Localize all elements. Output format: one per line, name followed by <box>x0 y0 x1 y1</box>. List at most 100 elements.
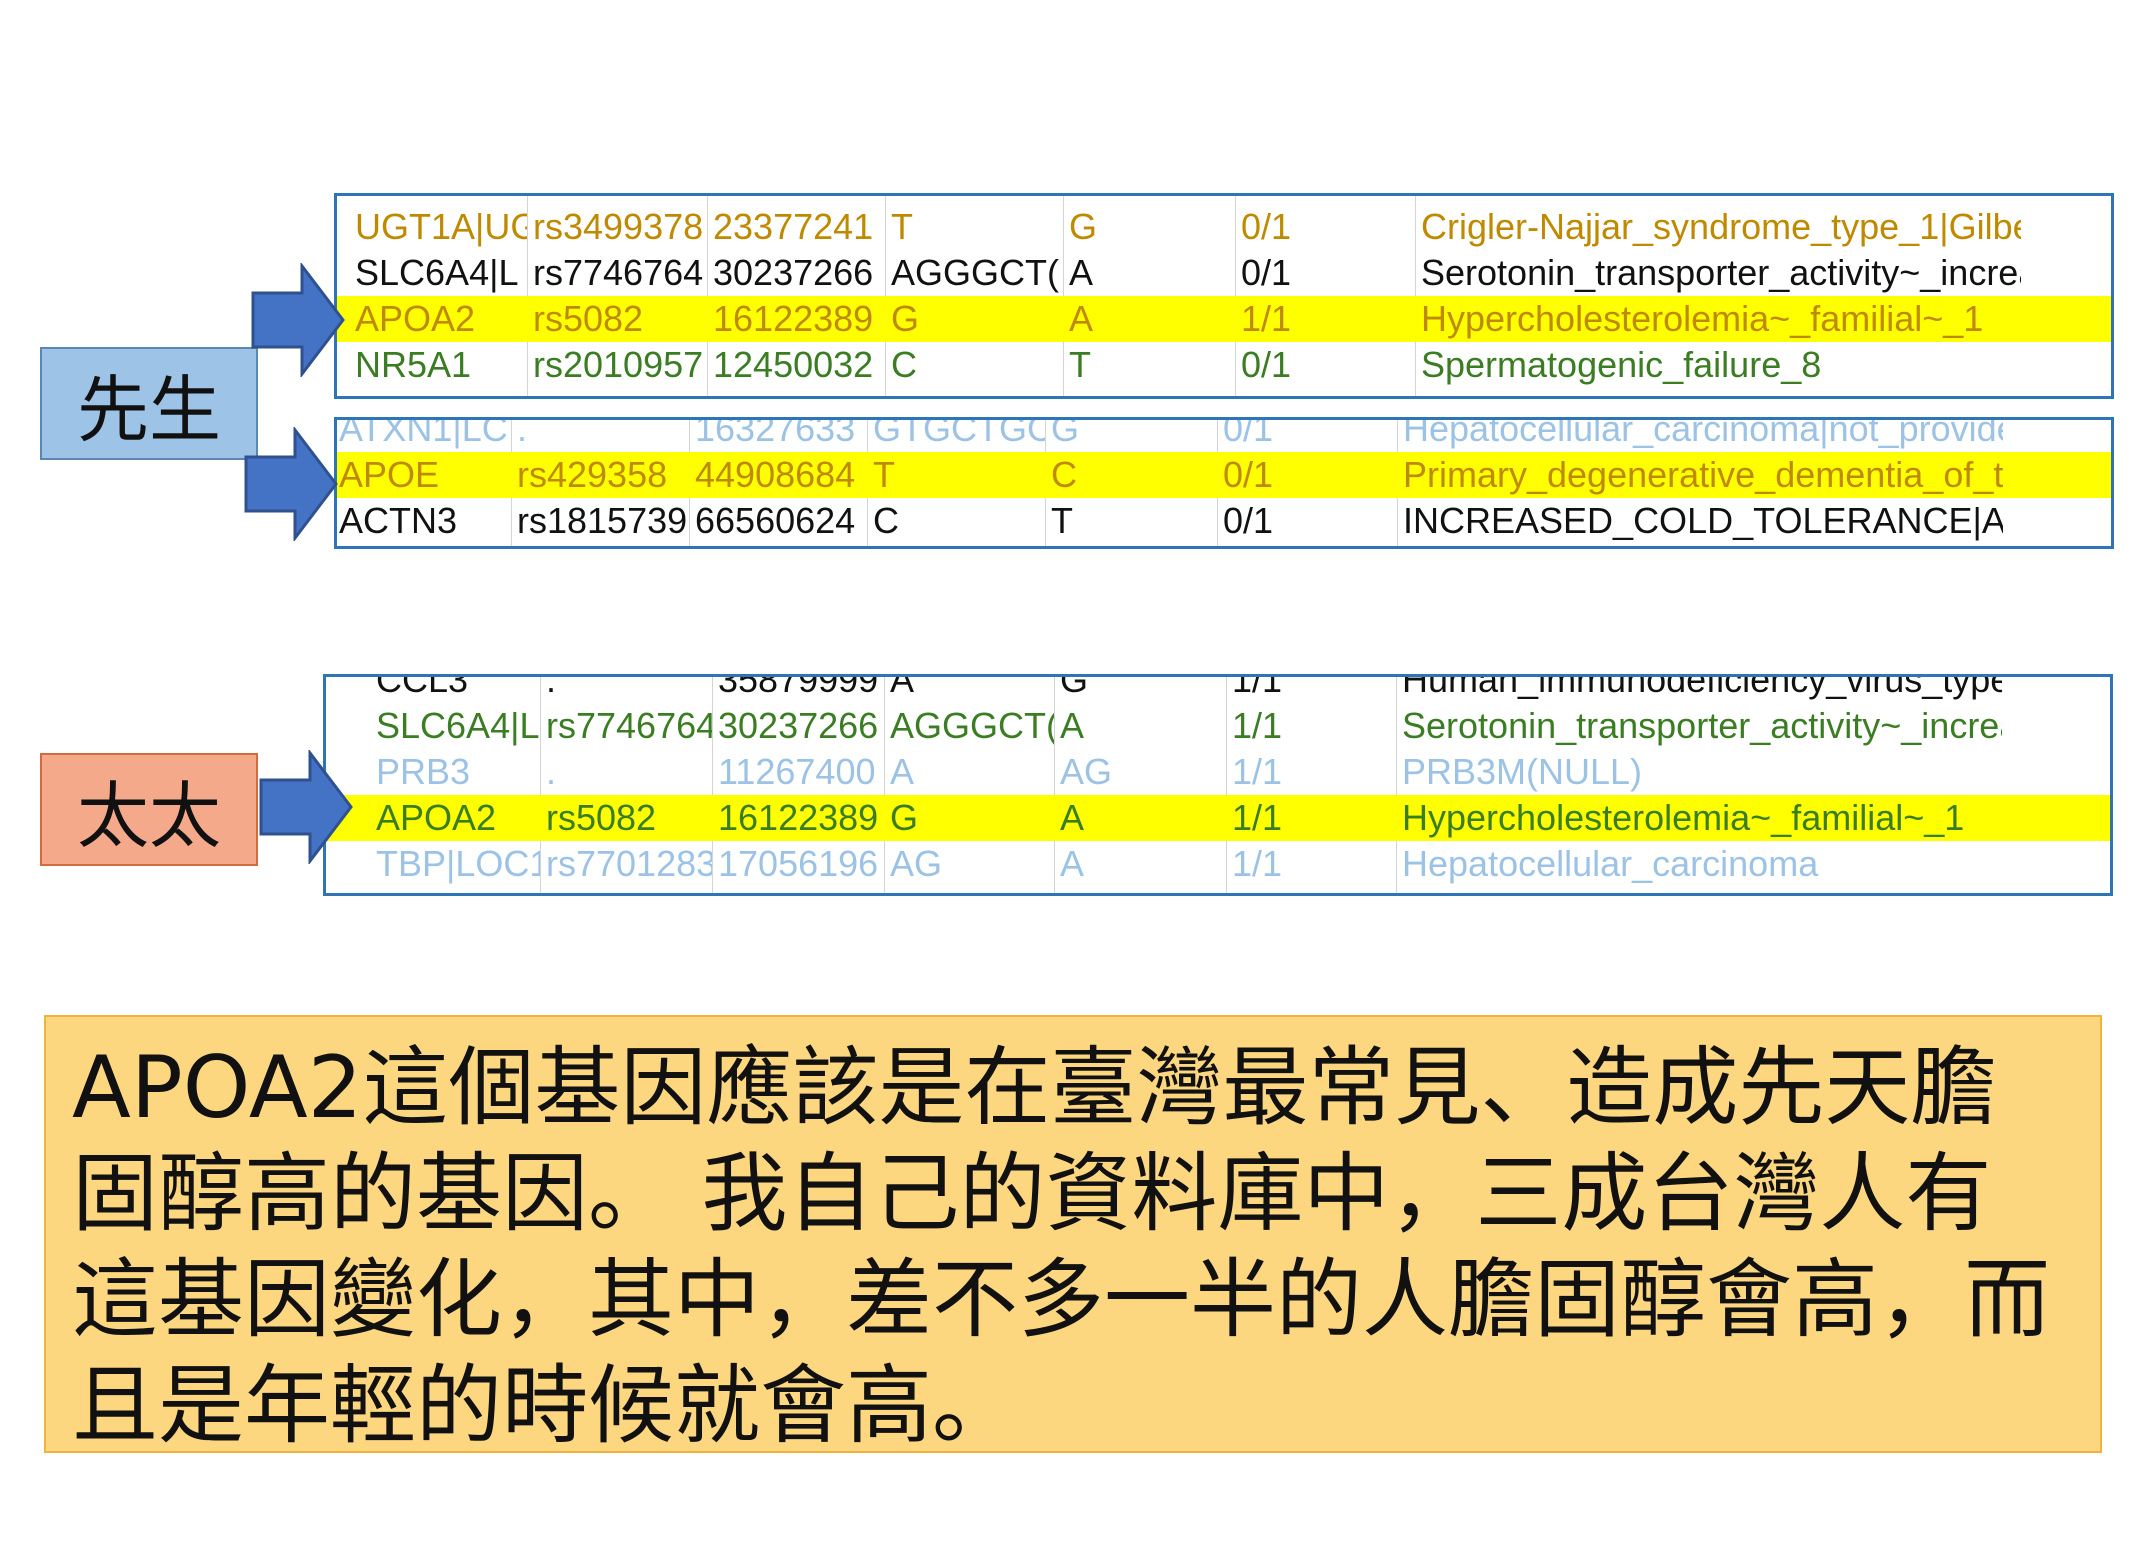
cell-disease: Hepatocellular_carcinoma|not_provided <box>1403 417 2003 449</box>
cell-ref: A <box>890 751 915 792</box>
highlighted-variant-row: APOE rs429358 44908684 T C 0/1 Primary_degener… <box>337 452 2111 498</box>
husband-variant-table-1: UGT1A|UG rs3499378 23377241 T G 0/1 Crigler-Na… <box>334 193 2114 399</box>
cell-pos: 17056196 <box>718 843 879 884</box>
cell-gene: UGT1A|UG <box>355 206 527 247</box>
cell-rsid: rs7746764 <box>546 705 712 746</box>
cell-ref: G <box>890 797 919 838</box>
cell-alt: A <box>1060 705 1085 746</box>
cell-rsid: rs7701283 <box>546 843 712 884</box>
cell-disease: Hepatocellular_carcinoma <box>1402 843 1819 884</box>
variant-row: PRB3. 11267400 A AG 1/1 PRB3M(NULL) <box>326 749 2110 795</box>
cell-disease: PRB3M(NULL) <box>1402 751 1643 792</box>
cell-gene: TBP|LOC1 <box>376 843 540 884</box>
cell-disease: Renal_tubular_epithelial_cell_apoptosis|… <box>1402 887 2002 893</box>
cell-ref: T <box>891 206 913 247</box>
cell-gt: 1/1 <box>1232 674 1283 700</box>
cell-ref: AGGGCT( <box>890 705 1054 746</box>
cell-gene: NR5A1 <box>355 344 472 385</box>
cell-pos: 44908684 <box>695 454 856 495</box>
cell-alt: G <box>1060 674 1089 700</box>
cell-pos: 23377241 <box>713 206 874 247</box>
cell-rsid: . <box>546 887 712 893</box>
cell-alt: T <box>1051 500 1073 541</box>
variant-row: TBP|LOC1 rs7701283 17056196 AG A 1/1 Hepatocel… <box>326 841 2110 887</box>
cell-ref: A <box>890 674 915 700</box>
cell-gt: 0/1 <box>1223 417 1274 449</box>
cell-gt: 0/1 <box>1241 252 1292 293</box>
cell-rsid: rs3499378 <box>533 206 704 247</box>
cell-ref: C <box>873 500 899 541</box>
husband-label: 先生 <box>40 347 258 460</box>
cell-alt: C <box>1060 887 1226 893</box>
variant-row: ATXN1|LC. 16327633 GTGCTGC G 0/1 Hepatocellul… <box>337 417 2111 452</box>
cell-ref: G <box>891 298 920 339</box>
cell-gene: APOA2 <box>355 298 476 339</box>
cell-disease: Serotonin_transporter_activity~_increase… <box>1402 705 2002 746</box>
cell-gene: APOA2 <box>376 797 497 838</box>
cell-pos: 30237266 <box>713 252 874 293</box>
cell-rsid: . <box>546 674 557 700</box>
cell-rsid: . <box>517 417 528 449</box>
cell-pos: 66560624 <box>695 500 856 541</box>
cell-disease: Hypercholesterolemia~_familial~_1 <box>1402 797 1965 838</box>
highlighted-variant-row: APOA2 rs5082 16122389 G A 1/1 Hypercholesterol… <box>326 795 2110 841</box>
cell-alt: G <box>1069 206 1098 247</box>
cell-pos: 12450032 <box>713 344 874 385</box>
cell-gt: 1/1 <box>1232 705 1283 746</box>
cell-rsid: rs2010957 <box>533 344 704 385</box>
cell-gt: 0/1 <box>1223 454 1274 495</box>
cell-alt: A <box>1069 252 1094 293</box>
arrow-right-icon <box>251 263 345 377</box>
cell-gt: 0/1 <box>1223 500 1274 541</box>
cell-gene: SLC6A4|L <box>355 252 519 293</box>
cell-gt: 1/1 <box>1232 797 1283 838</box>
variant-row: CCL3. 35879999 A G 1/1 Human_immunodeficiency… <box>326 674 2110 703</box>
cell-disease: Primary_degenerative_dementia_of_the_A <box>1403 454 2003 495</box>
cell-pos: 976215_97 <box>718 887 884 893</box>
wife-variant-table: CCL3. 35879999 A G 1/1 Human_immunodeficiency… <box>323 674 2113 896</box>
cell-ref: C <box>891 344 917 385</box>
cell-gene: APOE <box>339 454 440 495</box>
cell-gt: 1/1 <box>1241 298 1292 339</box>
cell-ref: AG <box>890 843 943 884</box>
cell-gt: 0/1 <box>1241 344 1292 385</box>
cell-pos: 16122389 <box>713 298 874 339</box>
cell-gene: SLC6A4|L <box>376 705 540 746</box>
cell-disease: Crigler-Najjar_syndrome_type_1|Gilbert_s <box>1421 206 2021 247</box>
cell-disease: Hypercholesterolemia~_familial~_1 <box>1421 298 1984 339</box>
arrow-right-icon <box>259 750 353 864</box>
cell-alt: A <box>1060 797 1085 838</box>
variant-row: PERM1. 976215_97 AC 1/1 Renal_tubular_epithe… <box>326 887 2110 893</box>
cell-pos: 16327633 <box>695 417 856 449</box>
cell-pos: 35879999 <box>718 674 879 700</box>
variant-row: SLC6A4|L rs7746764 30237266 AGGGCT(A 1/1 Sero… <box>326 703 2110 749</box>
cell-gene: PRB3 <box>376 751 471 792</box>
cell-ref: A <box>890 887 1054 893</box>
cell-rsid: rs5082 <box>546 797 657 838</box>
cell-gene: ACTN3 <box>339 500 458 541</box>
variant-row: SLC6A4|L rs7746764 30237266 AGGGCT(A 0/1 Sero… <box>337 250 2111 296</box>
highlighted-variant-row: APOA2 rs5082 16122389 G A 1/1 Hypercholesterol… <box>337 296 2111 342</box>
cell-alt: C <box>1051 454 1077 495</box>
cell-rsid: . <box>546 751 557 792</box>
cell-gene: ATXN1|LC <box>339 417 508 449</box>
cell-alt: A <box>1069 298 1094 339</box>
variant-row: NR5A1 rs2010957 12450032 C T 0/1 Spermatogenic… <box>337 342 2111 388</box>
cell-alt: G <box>1051 417 1080 449</box>
variant-row: ACTN3 rs1815739 66560624 C T 0/1 INCREASED_COL… <box>337 498 2111 544</box>
cell-rsid: rs1815739 <box>517 500 688 541</box>
explanation-note: APOA2這個基因應該是在臺灣最常見、造成先天膽 固醇高的基因。 我自己的資料庫… <box>44 1015 2102 1453</box>
cell-disease: INCREASED_COLD_TOLERANCE|ACTIN <box>1403 500 2003 541</box>
cell-pos: 30237266 <box>718 705 879 746</box>
cell-pos: 16122389 <box>718 797 879 838</box>
cell-alt: A <box>1060 843 1085 884</box>
cell-gt: 1/1 <box>1232 751 1283 792</box>
husband-variant-table-2: ATXN1|LC. 16327633 GTGCTGC G 0/1 Hepatocellul… <box>334 417 2114 549</box>
cell-disease: Serotonin_transporter_activity~_increase… <box>1421 252 2021 293</box>
cell-gt: 1/1 <box>1232 887 1396 893</box>
wife-label: 太太 <box>40 753 258 866</box>
cell-gene: CCL3 <box>376 674 469 700</box>
cell-rsid: rs7746764 <box>533 252 704 293</box>
variant-row: UGT1A|UG rs3499378 23377241 T G 0/1 Crigler-Na… <box>337 204 2111 250</box>
cell-gene: PERM1 <box>376 887 540 893</box>
